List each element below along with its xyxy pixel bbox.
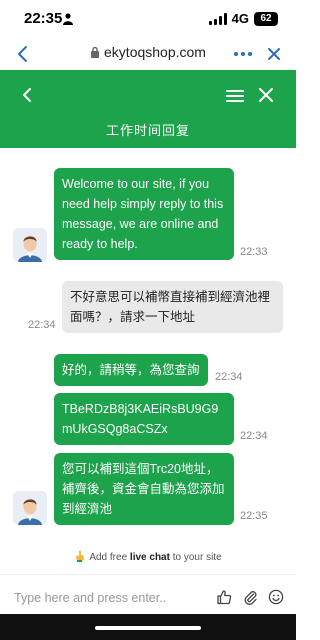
hand-icon [76, 550, 85, 562]
attachment-icon[interactable] [242, 589, 258, 605]
more-options-icon[interactable] [234, 52, 252, 56]
message-timestamp: 22:34 [215, 371, 243, 383]
status-time: 22:35 [24, 10, 63, 27]
network-type: 4G [231, 11, 249, 26]
message-timestamp: 22:35 [240, 510, 268, 522]
battery-indicator: 62 [254, 11, 278, 26]
lock-icon [91, 46, 100, 58]
chat-close-icon[interactable] [258, 87, 274, 103]
status-bar: 22:35 4G 62 [0, 0, 296, 38]
chat-header: 工作时间回复 [0, 70, 296, 148]
thumbs-up-icon[interactable] [216, 589, 232, 605]
agent-avatar [13, 228, 47, 262]
chat-title: 工作时间回复 [105, 123, 190, 138]
powered-bold: live chat [129, 552, 170, 563]
message-timestamp: 22:34 [240, 430, 268, 442]
message-input-row: Type here and press enter.. [0, 574, 296, 614]
url-text: ekytoqshop.com [104, 44, 206, 60]
person-icon [63, 13, 73, 25]
message-timestamp: 22:33 [240, 246, 268, 258]
agent-avatar [13, 491, 47, 525]
powered-suffix: to your site [172, 552, 222, 563]
chat-back-icon[interactable] [20, 86, 34, 104]
message-bubble-agent: 好的，請稍等，為您查詢 [54, 354, 208, 386]
emoji-icon[interactable] [268, 589, 284, 605]
message-input[interactable]: Type here and press enter.. [14, 591, 166, 605]
message-bubble-agent: Welcome to our site, if you need help si… [54, 168, 234, 260]
menu-icon[interactable] [226, 89, 244, 103]
message-bubble-agent: 您可以補到這個Trc20地址，補齊後，資金會自動為您添加到經濟池 [54, 453, 234, 525]
home-indicator-bar [0, 614, 296, 640]
message-timestamp: 22:34 [28, 319, 56, 331]
message-list: Welcome to our site, if you need help si… [0, 148, 296, 540]
browser-bar: ekytoqshop.com [0, 38, 296, 70]
powered-by-link[interactable]: Add free live chat to your site [0, 550, 296, 563]
message-bubble-agent[interactable]: TBeRDzB8j3KAEiRsBU9G9mUkGSQg8aCSZx [54, 393, 234, 445]
browser-close-icon[interactable] [266, 46, 282, 62]
signal-icon [208, 12, 227, 25]
message-bubble-visitor: 不好意思可以補幣直接補到經濟池裡面嗎？，請求一下地址 [62, 281, 283, 333]
powered-prefix: Add free [89, 552, 128, 563]
home-indicator[interactable] [95, 626, 201, 630]
